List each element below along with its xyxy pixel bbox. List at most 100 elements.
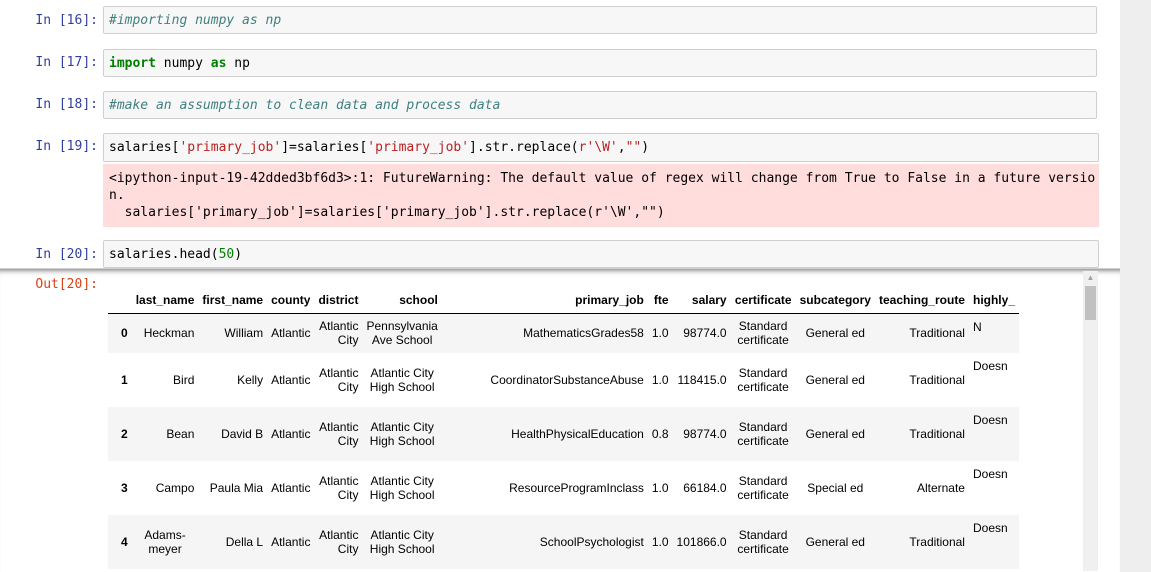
cell-subcategory: General ed bbox=[805, 326, 865, 341]
cell-district: Atlantic City bbox=[319, 319, 359, 348]
dataframe-output: last_name first_name county district sch… bbox=[108, 269, 1082, 572]
code-cell-input[interactable]: salaries.head(50) bbox=[103, 240, 1099, 268]
cell-last-name: Bean bbox=[166, 427, 195, 441]
cell-primary-job: SchoolPsychologist bbox=[539, 535, 644, 549]
cell-certificate: Standard certificate bbox=[737, 420, 789, 448]
table-header-row: last_name first_name county district sch… bbox=[108, 269, 1019, 314]
output-prompt: Out[20]: bbox=[35, 277, 98, 292]
cell-subcategory: General ed bbox=[805, 535, 865, 549]
cell-school: Atlantic City High School bbox=[369, 366, 435, 394]
dataframe-table: last_name first_name county district sch… bbox=[108, 269, 1019, 569]
row-index: 0 bbox=[121, 326, 128, 341]
code-token: ) bbox=[234, 247, 243, 262]
code-cell-input[interactable]: #importing numpy as np bbox=[103, 6, 1097, 34]
code-token: import bbox=[109, 56, 156, 71]
row-index: 1 bbox=[121, 373, 128, 387]
table-row: 1 Bird Kelly Atlantic Atlantic City Atlantic … bbox=[108, 353, 1019, 407]
input-prompt: In [18]: bbox=[35, 97, 98, 112]
cell-teaching-route: Alternate bbox=[916, 481, 965, 495]
cell-fte: 1.0 bbox=[651, 326, 669, 341]
table-row: 0 Heckman William Atlantic Atlantic City Penn… bbox=[108, 313, 1019, 353]
cell-fte: 0.8 bbox=[651, 427, 669, 441]
cell-highly: Doesn bbox=[972, 359, 1008, 373]
cell-fte: 1.0 bbox=[651, 535, 669, 549]
code-cell-input[interactable]: #make an assumption to clean data and pr… bbox=[103, 91, 1097, 119]
code-token: #importing numpy as np bbox=[109, 13, 282, 28]
column-header-teaching-route: teaching_route bbox=[874, 269, 969, 314]
column-header-county: county bbox=[267, 269, 315, 314]
input-prompt: In [19]: bbox=[35, 139, 98, 154]
cell-district: Atlantic City bbox=[319, 528, 359, 556]
cell-primary-job: ResourceProgramInclass bbox=[509, 481, 644, 495]
warning-line: n. bbox=[109, 188, 125, 203]
code-token: salaries.head( bbox=[109, 247, 219, 262]
cell-district: Atlantic City bbox=[319, 420, 359, 448]
input-prompt: In [16]: bbox=[35, 13, 98, 28]
cell-primary-job: CoordinatorSubstanceAbuse bbox=[490, 373, 644, 387]
cell-teaching-route: Traditional bbox=[909, 373, 965, 387]
cell-salary: 98774.0 bbox=[683, 427, 727, 441]
code-token: #make an assumption to clean data and pr… bbox=[109, 98, 501, 113]
code-token: ].str.replace( bbox=[469, 140, 579, 155]
cell-last-name: Heckman bbox=[143, 326, 195, 341]
code-cell-input[interactable]: import numpy as np bbox=[103, 49, 1097, 77]
scroll-up-arrow-icon[interactable]: ▲ bbox=[1083, 271, 1098, 285]
cell-certificate: Standard certificate bbox=[737, 528, 789, 556]
warning-line: salaries['primary_job']=salaries['primar… bbox=[109, 205, 665, 220]
cell-school: Pennsylvania Ave School bbox=[366, 319, 438, 348]
cell-school: Atlantic City High School bbox=[369, 528, 435, 556]
code-token: numpy bbox=[155, 56, 211, 71]
notebook-area: In [16]: #importing numpy as np In [17]:… bbox=[0, 0, 1120, 572]
cell-last-name: Adams-meyer bbox=[144, 528, 186, 556]
cell-subcategory: Special ed bbox=[807, 481, 864, 495]
page-right-gutter bbox=[1120, 0, 1151, 572]
column-header-first-name: first_name bbox=[198, 269, 268, 314]
cell-fte: 1.0 bbox=[651, 373, 669, 387]
code-token: as bbox=[210, 56, 227, 71]
cell-first-name: Kelly bbox=[237, 373, 264, 387]
row-index: 4 bbox=[121, 535, 128, 549]
scrollbar-thumb[interactable] bbox=[1085, 286, 1096, 320]
cell-subcategory: General ed bbox=[805, 427, 865, 441]
cell-primary-job: HealthPhysicalEducation bbox=[511, 427, 644, 441]
cell-first-name: David B bbox=[221, 427, 264, 441]
cell-primary-job: MathematicsGrades58 bbox=[523, 326, 644, 341]
cell-salary: 118415.0 bbox=[677, 373, 727, 387]
column-header-fte: fte bbox=[647, 269, 673, 314]
code-token: ]=salaries[ bbox=[281, 140, 368, 155]
code-cell-input[interactable]: salaries['primary_job']=salaries['primar… bbox=[103, 133, 1099, 162]
warning-line: <ipython-input-19-42dded3bf6d3>:1: Futur… bbox=[109, 171, 1096, 186]
column-header-subcategory: subcategory bbox=[795, 269, 875, 314]
cell-certificate: Standard certificate bbox=[737, 319, 789, 348]
cell-county: Atlantic bbox=[271, 373, 311, 387]
vertical-scrollbar[interactable]: ▲ bbox=[1083, 271, 1098, 571]
column-header-primary-job: primary_job bbox=[441, 269, 648, 314]
cell-last-name: Campo bbox=[155, 481, 195, 495]
cell-highly: Doesn bbox=[972, 413, 1008, 427]
cell-highly: Doesn bbox=[972, 467, 1008, 481]
cell-first-name: Paula Mia bbox=[209, 481, 264, 495]
table-row: 4 Adams-meyer Della L Atlantic Atlantic City… bbox=[108, 515, 1019, 569]
cell-fte: 1.0 bbox=[651, 481, 669, 495]
cell-school: Atlantic City High School bbox=[369, 474, 435, 502]
cell-highly: Doesn bbox=[972, 521, 1008, 535]
cell-last-name: Bird bbox=[173, 373, 195, 387]
cell-certificate: Standard certificate bbox=[737, 474, 789, 502]
code-token: 50 bbox=[218, 247, 235, 262]
cell-teaching-route: Traditional bbox=[909, 427, 965, 441]
output-area[interactable]: Out[20]: last_name first_name county dis… bbox=[0, 268, 1120, 572]
cell-salary: 66184.0 bbox=[683, 481, 727, 495]
column-header-highly: highly_ bbox=[968, 269, 1019, 314]
cell-district: Atlantic City bbox=[319, 474, 359, 502]
input-prompt: In [17]: bbox=[35, 55, 98, 70]
table-row: 3 Campo Paula Mia Atlantic Atlantic City Atla… bbox=[108, 461, 1019, 515]
code-token: 'primary_job' bbox=[179, 140, 282, 155]
cell-county: Atlantic bbox=[271, 326, 311, 341]
code-token: salaries[ bbox=[109, 140, 180, 155]
cell-county: Atlantic bbox=[271, 427, 311, 441]
cell-subcategory: General ed bbox=[805, 373, 865, 387]
code-token: ) bbox=[641, 140, 650, 155]
column-header-index bbox=[108, 269, 132, 314]
column-header-last-name: last_name bbox=[131, 269, 199, 314]
table-row: 2 Bean David B Atlantic Atlantic City Atlanti… bbox=[108, 407, 1019, 461]
